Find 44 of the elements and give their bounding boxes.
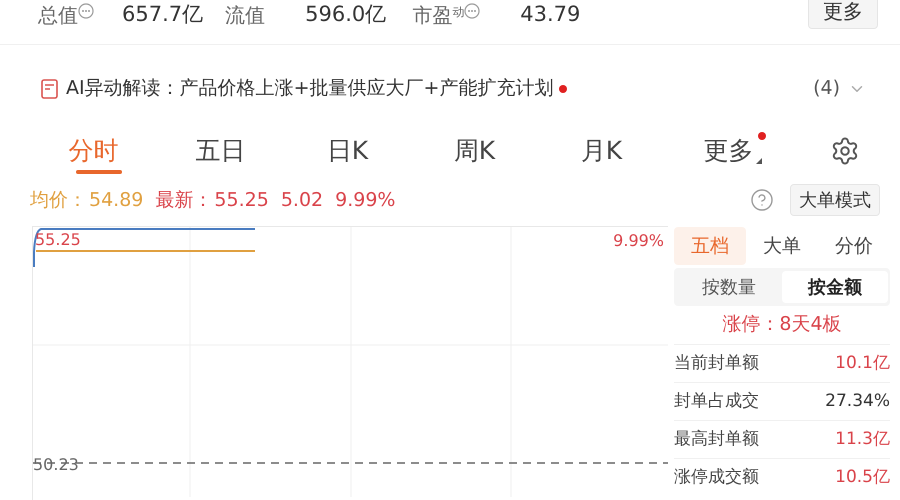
stat-label: 市盈 xyxy=(412,2,452,29)
top-percent-label: 9.99% xyxy=(613,230,664,252)
metric-label: 最高封单额 xyxy=(674,428,759,451)
latest-price: 55.25 xyxy=(214,188,269,213)
more-icon xyxy=(464,3,480,20)
period-tab[interactable]: 月K xyxy=(538,126,665,176)
limit-up-streak: 涨停：8天4板 xyxy=(721,312,843,337)
tab-underline xyxy=(76,170,122,174)
period-tab[interactable]: 日K xyxy=(284,126,411,176)
panel-tab[interactable]: 大单 xyxy=(746,227,818,265)
metric-label: 当前封单额 xyxy=(674,352,759,375)
stat-label: 流值 xyxy=(225,2,266,29)
panel-tab[interactable]: 分价 xyxy=(818,227,890,265)
stat-value: 43.79 xyxy=(520,1,580,28)
big-order-mode-button[interactable]: 大单模式 xyxy=(790,184,880,216)
percent-change: 9.99% xyxy=(335,188,396,213)
average-price-label: 均价： xyxy=(30,188,87,213)
period-tab[interactable]: 周K xyxy=(411,126,538,176)
settings-icon[interactable] xyxy=(830,136,860,166)
unit-toggle[interactable]: 按数量 xyxy=(676,271,782,303)
stat-value: 657.7亿 xyxy=(122,1,204,28)
metric-label: 封单占成交 xyxy=(674,390,759,413)
stat-superscript: 动 xyxy=(452,4,464,22)
stat-label: 总值 xyxy=(38,2,78,29)
price-change: 5.02 xyxy=(280,188,324,213)
metric-value: 10.1亿 xyxy=(835,352,890,375)
average-price: 54.89 xyxy=(89,188,144,213)
more-icon xyxy=(78,3,94,20)
stat-value: 596.0亿 xyxy=(305,1,386,28)
period-tab[interactable]: 五日 xyxy=(157,126,284,176)
metric-value: 11.3亿 xyxy=(835,428,890,451)
unit-toggle[interactable]: 按金额 xyxy=(782,271,888,303)
document-icon xyxy=(40,78,60,100)
metric-value: 27.34% xyxy=(825,390,890,413)
more-button[interactable]: 更多 xyxy=(808,0,878,29)
help-icon[interactable] xyxy=(750,188,774,212)
ai-insight-text[interactable]: AI异动解读：产品价格上涨+批量供应大厂+产能扩充计划 xyxy=(66,74,554,103)
top-price-label: 55.25 xyxy=(35,232,81,248)
metric-value: 10.5亿 xyxy=(835,466,890,489)
period-tab[interactable]: 更多 xyxy=(665,126,792,176)
latest-price-label: 最新： xyxy=(155,188,212,213)
insight-count: (4) xyxy=(813,76,840,102)
metric-label: 涨停成交额 xyxy=(674,466,759,489)
corner-caret-icon xyxy=(756,158,762,164)
